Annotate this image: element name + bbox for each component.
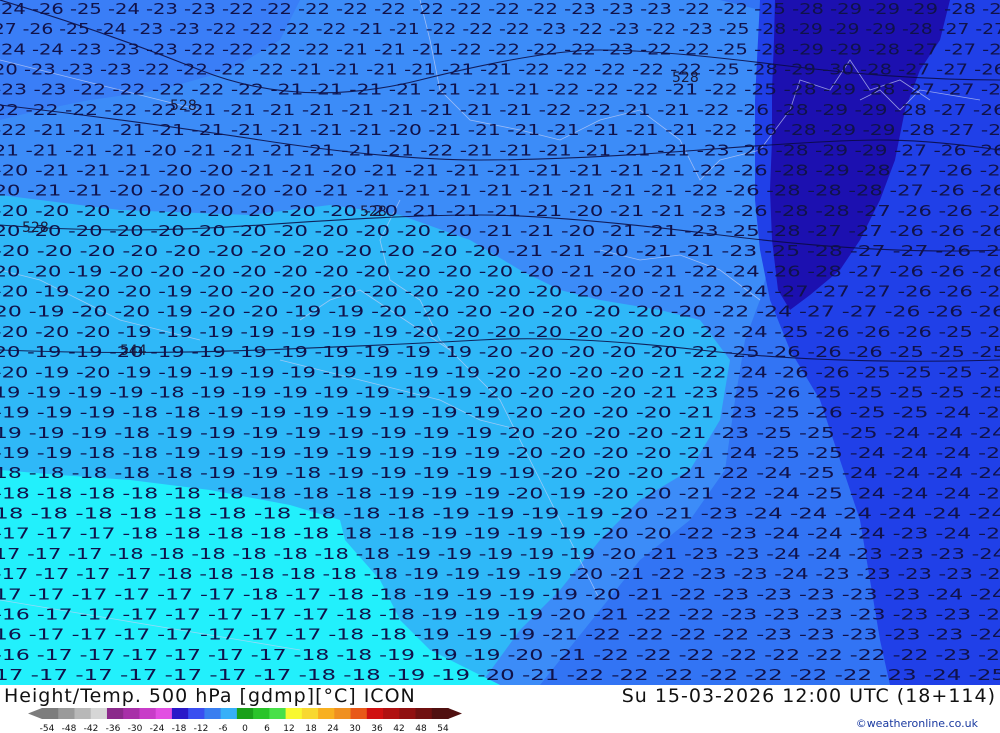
temperature-row: -20 -23 -23 -23 -22 -22 -22 -22 -21 -21 … <box>0 61 1000 79</box>
legend-swatch <box>204 708 222 719</box>
temperature-row: -17 -17 -17 -17 -18 -18 -18 -18 -18 -18 … <box>0 565 1000 583</box>
temperature-row: -20 -19 -20 -20 -19 -20 -20 -20 -20 -20 … <box>0 283 1000 301</box>
legend-tick-label: 24 <box>327 724 339 733</box>
map-canvas: -24 -26 -25 -24 -23 -23 -22 -22 -22 -22 … <box>0 0 1000 685</box>
legend-swatch <box>236 708 254 719</box>
temperature-row: -19 -19 -18 -18 -19 -19 -19 -19 -19 -19 … <box>0 444 1000 462</box>
legend-swatch <box>285 708 303 719</box>
legend-tick-label: -24 <box>150 724 165 733</box>
legend-tick-label: 18 <box>305 724 317 733</box>
temperature-row: -20 -19 -19 -20 -19 -19 -19 -19 -19 -19 … <box>0 343 1000 361</box>
height-contour-label: 528 <box>672 70 699 86</box>
legend-swatch <box>58 708 76 719</box>
legend-swatch <box>253 708 270 719</box>
temperature-row: -16 -17 -17 -17 -17 -17 -17 -17 -18 -18 … <box>0 606 1000 624</box>
legend-tick-label: -42 <box>84 724 99 733</box>
temperature-row: -18 -18 -18 -18 -18 -19 -19 -18 -19 -19 … <box>0 464 1000 482</box>
credit-link[interactable]: ©weatheronline.co.uk <box>856 717 978 730</box>
legend-swatch <box>123 708 141 719</box>
legend-swatch <box>90 708 108 719</box>
legend-swatch <box>415 708 433 719</box>
legend-swatch <box>188 708 205 719</box>
temperature-row: -16 -17 -17 -17 -17 -17 -17 -18 -18 -19 … <box>0 646 1000 664</box>
legend-swatch <box>334 708 352 719</box>
map-title: Height/Temp. 500 hPa [gdmp][°C] ICON <box>4 685 416 707</box>
legend-swatch <box>155 708 173 719</box>
legend-tick-label: 30 <box>349 724 361 733</box>
legend-swatch <box>74 708 92 719</box>
height-contour-label: 528 <box>360 204 387 220</box>
temperature-row: -23 -23 -22 -22 -22 -22 -22 -21 -21 -21 … <box>0 81 1000 99</box>
legend-swatch <box>269 708 287 719</box>
temperature-row: -24 -24 -23 -23 -23 -22 -22 -22 -22 -21 … <box>0 40 1000 58</box>
height-contour-label: 528 <box>22 220 49 236</box>
legend-tick-labels: -54 -48 -42 -36 -30 -24 -18 -12 -6 0 6 12 18 24 30 36 42… <box>40 724 449 733</box>
legend-swatches <box>28 708 462 719</box>
legend-tick-label: 42 <box>393 724 404 733</box>
temperature-row: -19 -19 -19 -18 -19 -19 -19 -19 -19 -19 … <box>0 424 1000 442</box>
temperature-row: -17 -17 -17 -18 -18 -18 -18 -18 -18 -18 … <box>0 525 1000 543</box>
legend-tick-label: -18 <box>172 724 187 733</box>
temperature-row: -27 -26 -25 -24 -23 -23 -22 -22 -22 -22 … <box>0 20 1000 38</box>
legend-tick-label: 36 <box>371 724 383 733</box>
height-contour-label: 544 <box>120 343 147 359</box>
temperature-row: -17 -17 -17 -18 -18 -18 -18 -18 -18 -18 … <box>0 545 1000 563</box>
legend-tick-label: 48 <box>415 724 427 733</box>
legend-swatch <box>139 708 157 719</box>
legend-swatch <box>383 708 400 719</box>
temperature-row: -20 -19 -20 -19 -19 -19 -19 -19 -19 -19 … <box>0 363 1000 381</box>
temperature-row: -18 -18 -18 -18 -18 -18 -18 -18 -18 -18 … <box>0 505 1000 523</box>
legend-tick-label: 0 <box>242 724 248 733</box>
legend-swatch <box>431 708 449 719</box>
legend-swatch <box>42 708 59 719</box>
legend-tick-label: -30 <box>128 724 143 733</box>
legend-tick-label: -48 <box>62 724 77 733</box>
map-valid-time: Su 15-03-2026 12:00 UTC (18+114) <box>621 685 996 707</box>
legend-swatch <box>399 708 417 719</box>
temperature-row: -17 -17 -17 -17 -17 -17 -18 -17 -18 -18 … <box>0 585 1000 603</box>
legend-swatch <box>220 708 238 719</box>
legend-tick-label: 54 <box>437 724 449 733</box>
legend-swatch <box>106 708 124 719</box>
legend-tick-label: -36 <box>106 724 121 733</box>
color-legend: -54 -48 -42 -36 -30 -24 -18 -12 -6 0 6 12 18 24 30 36 42… <box>28 708 462 733</box>
map-footer: Height/Temp. 500 hPa [gdmp][°C] ICON Su … <box>0 685 1000 733</box>
temperature-row: -20 -21 -21 -20 -20 -20 -20 -20 -21 -21 … <box>0 182 1000 200</box>
temperature-row: -19 -19 -19 -18 -18 -19 -19 -19 -19 -19 … <box>0 404 1000 422</box>
legend-tick-label: -6 <box>219 724 228 733</box>
legend-swatch <box>171 708 189 719</box>
temperature-row: -22 -22 -22 -22 -22 -21 -21 -21 -21 -21 … <box>0 101 1000 119</box>
temperature-row: -20 -20 -20 -19 -19 -19 -19 -19 -19 -19 … <box>0 323 1000 341</box>
legend-tick-label: 6 <box>264 724 270 733</box>
temperature-row: -20 -20 -20 -20 -20 -20 -20 -20 -20 -20 … <box>0 222 1000 240</box>
height-contour-label: 528 <box>170 98 197 114</box>
legend-tick-label: -54 <box>40 724 55 733</box>
legend-arrow-left <box>28 708 42 719</box>
temperature-row: -18 -18 -18 -18 -18 -18 -18 -18 -18 -19 … <box>0 484 1000 502</box>
legend-swatch <box>318 708 335 719</box>
weather-map: -24 -26 -25 -24 -23 -23 -22 -22 -22 -22 … <box>0 0 1000 685</box>
temperature-row: -20 -20 -19 -20 -20 -20 -20 -20 -20 -20 … <box>0 262 1000 280</box>
legend-arrow-right <box>448 708 462 719</box>
temperature-row: -16 -17 -17 -17 -17 -17 -17 -17 -18 -18 … <box>0 626 1000 644</box>
legend-swatch <box>350 708 368 719</box>
legend-tick-label: 12 <box>283 724 294 733</box>
temperature-row: -22 -21 -21 -21 -21 -21 -21 -21 -21 -21 … <box>0 121 1000 139</box>
legend-swatch <box>366 708 384 719</box>
temperature-row: -17 -17 -17 -17 -17 -17 -17 -18 -18 -19 … <box>0 666 1000 684</box>
temperature-row: -20 -20 -20 -20 -20 -20 -20 -20 -20 -20 … <box>0 242 1000 260</box>
temperature-row: -20 -21 -21 -21 -20 -20 -21 -21 -20 -21 … <box>0 162 1000 180</box>
temperature-row: -20 -19 -20 -20 -19 -20 -20 -19 -19 -20 … <box>0 303 1000 321</box>
legend-tick-label: -12 <box>194 724 209 733</box>
temperature-row: -21 -21 -21 -21 -20 -21 -21 -21 -21 -21 … <box>0 141 1000 159</box>
temperature-row: -24 -26 -25 -24 -23 -23 -22 -22 -22 -22 … <box>0 0 1000 18</box>
legend-swatch <box>301 708 319 719</box>
temperature-row: -19 -19 -19 -19 -18 -19 -19 -19 -19 -19 … <box>0 384 1000 402</box>
temperature-row: -20 -20 -20 -20 -20 -20 -20 -20 -20 -20 … <box>0 202 1000 220</box>
